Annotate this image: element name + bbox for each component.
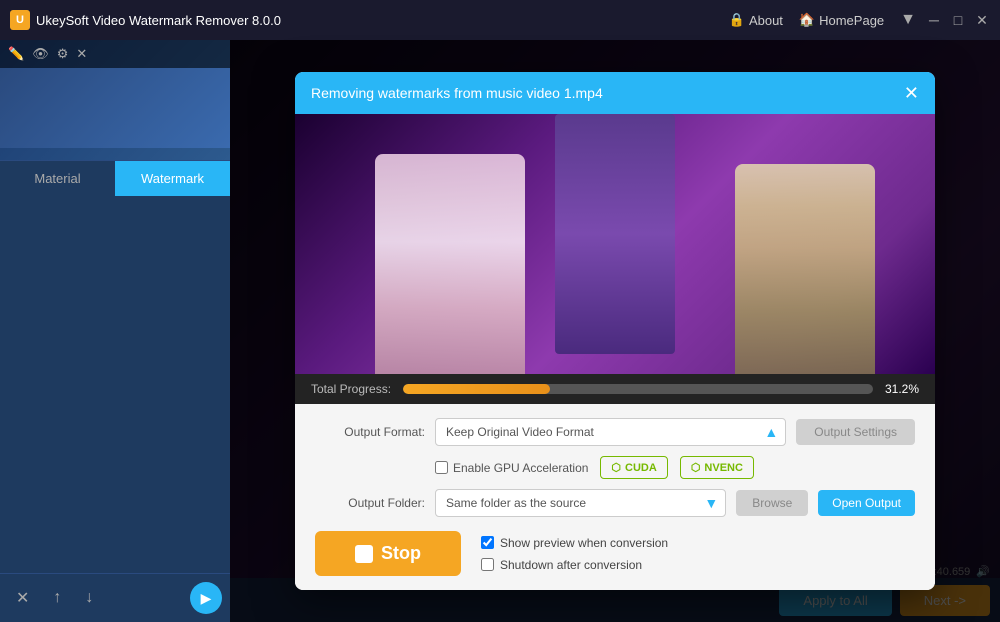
progress-percent: 31.2% xyxy=(885,382,919,396)
tab-material[interactable]: Material xyxy=(0,161,115,196)
output-format-select-wrapper: Keep Original Video Format ▲ xyxy=(435,418,786,446)
lock-icon: 🔒 xyxy=(729,12,745,28)
cuda-label: CUDA xyxy=(625,462,657,474)
close-icon[interactable]: ✕ xyxy=(76,46,87,62)
close-button[interactable]: ✕ xyxy=(974,12,990,28)
stop-label: Stop xyxy=(381,543,421,564)
shutdown-label: Shutdown after conversion xyxy=(500,558,642,572)
app-title: UkeySoft Video Watermark Remover 8.0.0 xyxy=(36,13,281,28)
nvidia-cuda-icon: ⬡ xyxy=(611,461,621,474)
output-folder-select-wrapper: Same folder as the source ▼ xyxy=(435,489,726,517)
conversion-options: Show preview when conversion Shutdown af… xyxy=(481,536,668,572)
move-down-button[interactable]: ↓ xyxy=(77,585,101,611)
sidebar-tabs: Material Watermark xyxy=(0,160,230,196)
maximize-button[interactable]: □ xyxy=(950,12,966,28)
progress-label: Total Progress: xyxy=(311,382,391,396)
show-preview-row[interactable]: Show preview when conversion xyxy=(481,536,668,550)
edit-icon[interactable]: ✏️ xyxy=(8,46,24,62)
stop-icon xyxy=(355,545,373,563)
progress-area: Total Progress: 31.2% xyxy=(295,374,935,404)
output-format-label: Output Format: xyxy=(315,425,425,439)
nvidia-nvenc-icon: ⬡ xyxy=(691,461,701,474)
show-preview-checkbox[interactable] xyxy=(481,536,494,549)
preview-icon[interactable]: 👁 xyxy=(32,46,49,62)
title-nav: 🔒 About 🏠 HomePage ▼ xyxy=(729,11,916,29)
show-preview-label: Show preview when conversion xyxy=(500,536,668,550)
app-body: ✏️ 👁 ⚙ ✕ Material Watermark ✕ ↑ ↓ ▶ 📷 0 xyxy=(0,40,1000,622)
open-output-button[interactable]: Open Output xyxy=(818,490,915,516)
homepage-link[interactable]: 🏠 HomePage xyxy=(799,12,884,28)
dialog-title: Removing watermarks from music video 1.m… xyxy=(311,85,603,101)
title-bar: U UkeySoft Video Watermark Remover 8.0.0… xyxy=(0,0,1000,40)
delete-button[interactable]: ✕ xyxy=(8,584,37,612)
minimize-button[interactable]: ─ xyxy=(926,12,942,28)
output-folder-select[interactable]: Same folder as the source xyxy=(435,489,726,517)
output-format-row: Output Format: Keep Original Video Forma… xyxy=(315,418,915,446)
sidebar-thumbnail: ✏️ 👁 ⚙ ✕ xyxy=(0,40,230,160)
settings-icon[interactable]: ⚙ xyxy=(57,46,69,62)
sidebar-actions: ✕ ↑ ↓ ▶ xyxy=(0,573,230,622)
thumbnail-toolbar: ✏️ 👁 ⚙ ✕ xyxy=(0,40,230,68)
window-controls: ─ □ ✕ xyxy=(926,12,990,28)
sidebar-content xyxy=(0,196,230,573)
home-icon: 🏠 xyxy=(799,12,815,28)
nvenc-badge[interactable]: ⬡ NVENC xyxy=(680,456,754,479)
output-format-select[interactable]: Keep Original Video Format xyxy=(435,418,786,446)
video-bg xyxy=(295,114,935,374)
dialog-close-button[interactable]: ✕ xyxy=(904,84,919,102)
output-folder-row: Output Folder: Same folder as the source… xyxy=(315,489,915,517)
door-element xyxy=(555,114,675,354)
thumbnail-preview xyxy=(0,68,230,148)
about-link[interactable]: 🔒 About xyxy=(729,12,783,28)
gpu-acceleration-checkbox[interactable] xyxy=(435,461,448,474)
progress-bar-fill xyxy=(403,384,550,394)
output-settings-button: Output Settings xyxy=(796,419,915,445)
cuda-badge[interactable]: ⬡ CUDA xyxy=(600,456,667,479)
tab-watermark[interactable]: Watermark xyxy=(115,161,230,196)
bottom-action-row: Stop Show preview when conversion Shutdo… xyxy=(315,531,915,576)
app-logo: U UkeySoft Video Watermark Remover 8.0.0 xyxy=(10,10,729,30)
shutdown-checkbox[interactable] xyxy=(481,558,494,571)
browse-button: Browse xyxy=(736,490,808,516)
dialog-controls: Output Format: Keep Original Video Forma… xyxy=(295,404,935,590)
output-folder-label: Output Folder: xyxy=(315,496,425,510)
move-up-button[interactable]: ↑ xyxy=(45,585,69,611)
stop-button[interactable]: Stop xyxy=(315,531,461,576)
dialog-video-preview xyxy=(295,114,935,374)
logo-icon: U xyxy=(10,10,30,30)
gpu-row: Enable GPU Acceleration ⬡ CUDA ⬡ NVENC xyxy=(315,456,915,479)
nvenc-label: NVENC xyxy=(704,462,743,474)
dropdown-icon[interactable]: ▼ xyxy=(900,11,916,29)
progress-bar-container xyxy=(403,384,873,394)
dialog-overlay: Removing watermarks from music video 1.m… xyxy=(230,40,1000,622)
gpu-acceleration-label[interactable]: Enable GPU Acceleration xyxy=(435,461,588,475)
conversion-dialog: Removing watermarks from music video 1.m… xyxy=(295,72,935,590)
play-button[interactable]: ▶ xyxy=(190,582,222,614)
dialog-title-bar: Removing watermarks from music video 1.m… xyxy=(295,72,935,114)
shutdown-row[interactable]: Shutdown after conversion xyxy=(481,558,668,572)
main-content: 📷 03:40.659 🔊 Removing watermarks from m… xyxy=(230,40,1000,622)
gpu-acceleration-text: Enable GPU Acceleration xyxy=(453,461,588,475)
sidebar: ✏️ 👁 ⚙ ✕ Material Watermark ✕ ↑ ↓ ▶ xyxy=(0,40,230,622)
